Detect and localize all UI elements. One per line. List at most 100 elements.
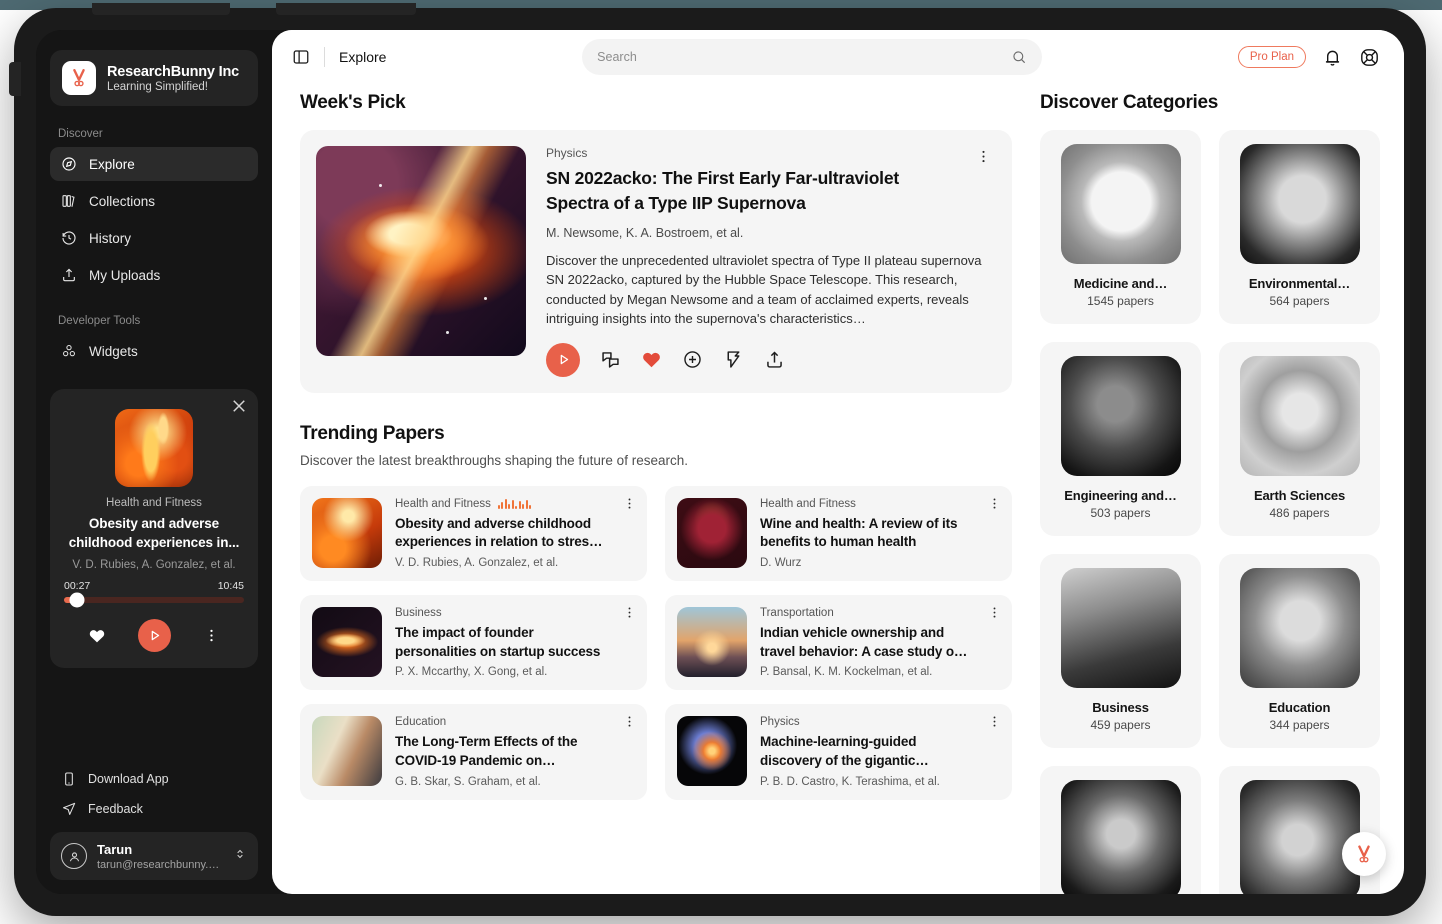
weeks-pick-actions <box>546 342 996 377</box>
list-item[interactable]: Physics Machine-learning-guided discover… <box>665 704 1012 800</box>
heart-filled-icon[interactable] <box>641 349 662 370</box>
paper-title: Indian vehicle ownership and travel beha… <box>760 625 968 659</box>
paper-title: The Long-Term Effects of the COVID-19 Pa… <box>395 734 578 768</box>
category-card[interactable]: Medicine and… 1545 papers <box>1040 130 1201 324</box>
floating-logo-button[interactable] <box>1342 832 1386 876</box>
more-vertical-icon[interactable] <box>203 627 220 644</box>
more-vertical-icon[interactable] <box>622 605 637 625</box>
sidebar-toggle-icon[interactable] <box>292 48 310 66</box>
more-vertical-icon[interactable] <box>622 496 637 516</box>
category-name: Medicine and… <box>1073 276 1168 291</box>
widgets-icon <box>60 343 77 360</box>
more-vertical-icon[interactable] <box>987 605 1002 625</box>
list-item[interactable]: Health and Fitness Obesity and adverse c… <box>300 485 647 581</box>
weeks-pick-category: Physics <box>546 146 588 160</box>
sidebar-item-widgets[interactable]: Widgets <box>50 334 258 368</box>
categories-heading: Discover Categories <box>1040 92 1219 113</box>
search-input[interactable] <box>597 50 1012 64</box>
more-vertical-icon[interactable] <box>987 714 1002 734</box>
player-progress-thumb[interactable] <box>69 592 85 608</box>
category-card[interactable]: Earth Sciences 486 papers <box>1219 342 1380 536</box>
search-wrapper <box>400 39 1223 75</box>
left-column: Week's Pick Physics SN 2022acko: The Fir… <box>300 92 1012 894</box>
sidebar-item-explore[interactable]: Explore <box>50 147 258 181</box>
plus-circle-icon[interactable] <box>682 349 703 370</box>
paper-category: Health and Fitness <box>395 497 491 510</box>
paper-authors: P. B. D. Castro, K. Terashima, et al. <box>760 775 940 788</box>
category-card[interactable]: Education 344 papers <box>1219 554 1380 748</box>
weeks-pick-artwork <box>316 146 526 356</box>
category-count: 459 papers <box>1090 718 1151 732</box>
paper-body: Business The impact of founder personali… <box>395 607 635 678</box>
sidebar-item-collections[interactable]: Collections <box>50 184 258 218</box>
category-artwork <box>1239 568 1360 688</box>
play-button[interactable] <box>546 342 580 377</box>
close-icon[interactable] <box>230 397 248 415</box>
weeks-pick-card[interactable]: Physics SN 2022acko: The First Early Far… <box>300 130 1012 393</box>
player-current-time: 00:27 <box>64 580 91 593</box>
nav-group-discover: Discover Explore Collections History My … <box>50 128 258 295</box>
paper-title: The impact of founder personalities on s… <box>395 625 601 659</box>
category-artwork <box>1239 356 1360 476</box>
search-icon[interactable] <box>1011 49 1027 65</box>
bookmark-flag-icon[interactable] <box>723 349 744 370</box>
paper-body: Health and Fitness Obesity and adverse c… <box>395 498 635 569</box>
paper-title: Wine and health: A review of its benefit… <box>760 515 958 550</box>
bunny-logo-icon <box>62 61 96 95</box>
paper-artwork <box>312 716 382 787</box>
paper-authors: G. B. Skar, S. Graham, et al. <box>395 775 541 788</box>
sidebar-item-history[interactable]: History <box>50 221 258 255</box>
download-app-link[interactable]: Download App <box>50 764 258 794</box>
more-vertical-icon[interactable] <box>622 714 637 734</box>
feedback-link[interactable]: Feedback <box>50 794 258 824</box>
app-screen: ResearchBunny Inc Learning Simplified! D… <box>36 30 1404 894</box>
weeks-pick-description: Discover the unprecedented ultraviolet s… <box>546 252 982 327</box>
weeks-pick-body: Physics SN 2022acko: The First Early Far… <box>546 146 996 377</box>
category-artwork <box>1060 568 1181 688</box>
category-card[interactable]: Business 459 papers <box>1040 554 1201 748</box>
send-icon <box>60 801 77 818</box>
list-item[interactable]: Education The Long-Term Effects of the C… <box>300 704 647 800</box>
chevron-up-down-icon[interactable] <box>233 847 247 866</box>
list-item[interactable]: Business The impact of founder personali… <box>300 595 647 691</box>
player-progress-bar[interactable] <box>64 592 244 608</box>
list-item[interactable]: Transportation Indian vehicle ownership … <box>665 595 1012 691</box>
category-card[interactable]: Environmental… 564 papers <box>1219 130 1380 324</box>
paper-category-row: Education <box>395 716 613 728</box>
sidebar-footer: Download App Feedback Tarun tarun@resear… <box>50 764 258 894</box>
more-vertical-icon[interactable] <box>975 148 992 170</box>
list-item[interactable]: Health and Fitness Wine and health: A re… <box>665 485 1012 581</box>
category-card[interactable]: Engineering and… 503 papers <box>1040 342 1201 536</box>
paper-category: Health and Fitness <box>760 497 856 510</box>
account-switcher[interactable]: Tarun tarun@researchbunny.com <box>50 832 258 880</box>
account-text: Tarun tarun@researchbunny.com <box>97 841 223 871</box>
sidebar-item-my-uploads[interactable]: My Uploads <box>50 258 258 292</box>
account-email: tarun@researchbunny.com <box>97 859 223 871</box>
category-artwork <box>1060 356 1181 476</box>
plan-badge[interactable]: Pro Plan <box>1237 46 1306 68</box>
category-name: Education <box>1268 700 1331 715</box>
account-name: Tarun <box>97 842 133 857</box>
lifebuoy-icon[interactable] <box>1359 47 1380 68</box>
share-icon[interactable] <box>764 349 785 370</box>
bell-icon[interactable] <box>1322 47 1343 68</box>
paper-body: Transportation Indian vehicle ownership … <box>760 607 1000 678</box>
heart-icon[interactable] <box>88 627 106 645</box>
more-vertical-icon[interactable] <box>987 496 1002 516</box>
topbar-actions: Pro Plan <box>1237 46 1380 68</box>
content-scroll-area: Week's Pick Physics SN 2022acko: The Fir… <box>272 84 1404 894</box>
search-box[interactable] <box>582 39 1043 75</box>
device-top-button-2 <box>276 3 416 15</box>
chat-icon[interactable] <box>600 349 621 370</box>
weeks-pick-heading: Week's Pick <box>300 92 406 113</box>
category-artwork <box>1239 144 1360 264</box>
brand-header[interactable]: ResearchBunny Inc Learning Simplified! <box>50 50 258 106</box>
play-icon[interactable] <box>138 619 171 653</box>
player-controls <box>64 619 244 653</box>
category-card[interactable] <box>1040 766 1201 894</box>
category-name: Environmental… <box>1248 276 1351 291</box>
paper-title: Machine-learning-guided discovery of the… <box>760 734 929 768</box>
paper-authors: P. Bansal, K. M. Kockelman, et al. <box>760 666 933 679</box>
paper-artwork <box>312 607 382 677</box>
category-artwork <box>1239 780 1360 894</box>
